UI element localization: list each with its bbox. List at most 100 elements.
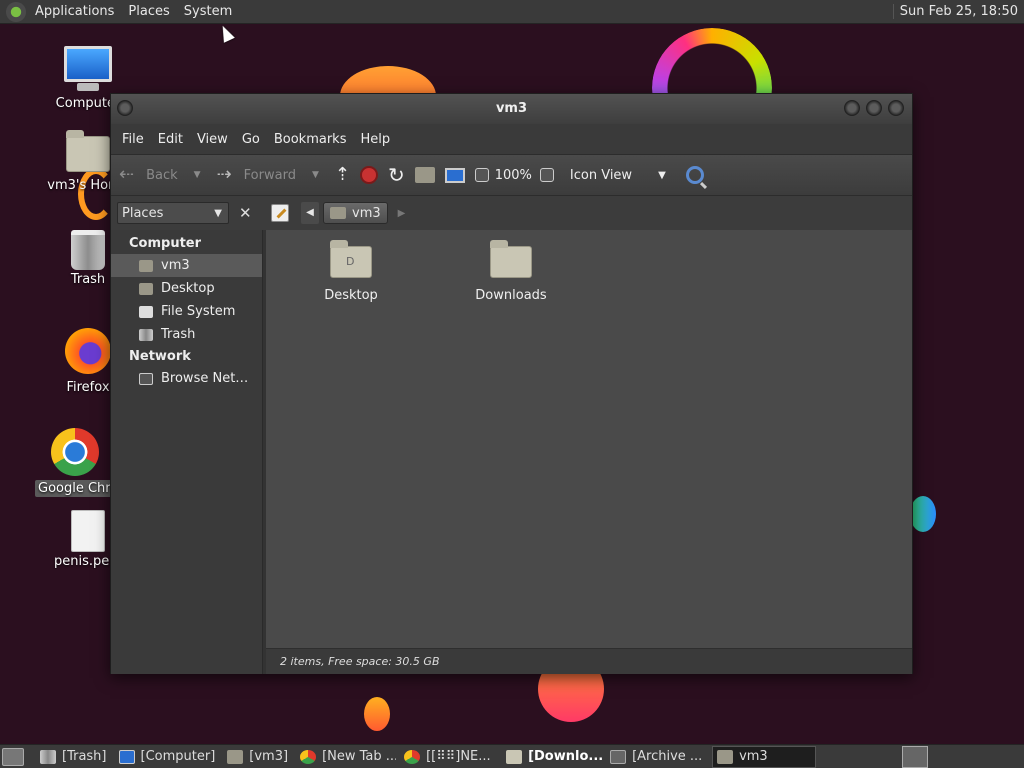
forward-history-dropdown-icon[interactable]: ▼: [312, 170, 319, 180]
chevron-down-icon: ▼: [658, 169, 666, 181]
desktop-icon-chrome[interactable]: Google Chrome: [35, 428, 115, 497]
taskbar-label: vm3: [739, 749, 768, 764]
up-button[interactable]: ⇡: [335, 160, 350, 190]
menu-applications[interactable]: Applications: [28, 0, 121, 24]
drive-icon: [139, 305, 153, 318]
window-menu-button[interactable]: [117, 100, 133, 116]
desktop-folder-icon: D: [330, 240, 372, 278]
sidebar-heading-network: Network: [129, 349, 191, 364]
trash-icon: [40, 749, 56, 764]
file-view[interactable]: D Desktop Downloads: [266, 230, 912, 648]
mouse-cursor: [217, 23, 235, 43]
archive-icon: [610, 749, 627, 764]
zoom-out-icon[interactable]: [474, 168, 489, 182]
sidebar-item-label: Trash: [161, 327, 196, 342]
sidebar-mode-select[interactable]: Places ▼: [117, 202, 229, 224]
taskbar-item-trash[interactable]: [Trash]: [36, 746, 111, 768]
taskbar-item-vm3-active[interactable]: vm3: [712, 745, 817, 768]
home-icon: [414, 167, 435, 183]
menu-bookmarks[interactable]: Bookmarks: [267, 132, 354, 147]
menu-file[interactable]: File: [115, 132, 151, 147]
back-button[interactable]: ⇠ Back ▼: [119, 160, 201, 190]
menu-go[interactable]: Go: [235, 132, 267, 147]
trash-icon: [71, 230, 105, 270]
menu-edit[interactable]: Edit: [151, 132, 190, 147]
stop-button[interactable]: [359, 160, 378, 190]
menu-system[interactable]: System: [177, 0, 239, 24]
zoom-control[interactable]: 100%: [474, 160, 560, 190]
desktop-folder-icon: [139, 282, 153, 295]
sidebar-item-browse-network[interactable]: Browse Net…: [111, 367, 262, 390]
taskbar-label: [New Tab ...: [322, 749, 397, 764]
file-item-downloads[interactable]: Downloads: [461, 238, 561, 303]
menubar: File Edit View Go Bookmarks Help: [111, 124, 912, 154]
chevron-down-icon: ▼: [214, 207, 222, 219]
taskbar-item-vm3-minimized[interactable]: [vm3]: [223, 746, 292, 768]
taskbar-item-new-tab[interactable]: [New Tab ...: [296, 746, 396, 768]
sidebar-item-label: File System: [161, 304, 236, 319]
back-history-dropdown-icon[interactable]: ▼: [194, 170, 201, 180]
file-icon: [71, 510, 105, 552]
edit-location-icon[interactable]: [271, 204, 289, 222]
taskbar-item-chrome-2[interactable]: [[⠿⠿]NE...: [400, 746, 498, 768]
chrome-icon: [300, 749, 317, 764]
view-mode-select[interactable]: Icon View ▼: [570, 160, 666, 190]
taskbar-label: [Downlo...: [528, 749, 603, 764]
places-sidebar: Computer vm3 Desktop File System Trash N…: [111, 230, 268, 674]
taskbar-item-archive[interactable]: [Archive ...: [606, 746, 708, 768]
sidebar-item-vm3[interactable]: vm3: [111, 254, 262, 277]
monitor-icon: [64, 46, 112, 91]
home-folder-icon: [66, 130, 110, 172]
workspace-switcher[interactable]: [902, 745, 928, 768]
path-scroll-left-icon[interactable]: ◀: [301, 202, 319, 224]
menu-view[interactable]: View: [190, 132, 235, 147]
taskbar-item-downloads[interactable]: [Downlo...: [502, 746, 602, 768]
top-panel: Applications Places System Sun Feb 25, 1…: [0, 0, 1024, 24]
path-button-vm3[interactable]: vm3: [323, 202, 388, 224]
home-button[interactable]: [414, 160, 435, 190]
chrome-icon: [404, 749, 421, 764]
taskbar-label: [[⠿⠿]NE...: [426, 749, 491, 764]
taskbar-label: [Archive ...: [632, 749, 703, 764]
forward-label: Forward: [243, 167, 296, 183]
distro-logo-icon[interactable]: [6, 1, 26, 22]
reload-icon: ↻: [387, 163, 405, 187]
firefox-icon: [65, 328, 111, 374]
forward-button[interactable]: ⇢ Forward ▼: [217, 160, 319, 190]
back-label: Back: [146, 167, 178, 183]
chrome-icon: [51, 428, 99, 476]
home-icon: [330, 207, 346, 219]
maximize-button[interactable]: [866, 100, 882, 116]
menu-places[interactable]: Places: [121, 0, 176, 24]
taskbar-label: [Computer]: [140, 749, 216, 764]
reload-button[interactable]: ↻: [388, 160, 405, 190]
window-titlebar[interactable]: vm3: [111, 94, 912, 124]
computer-icon: [444, 167, 465, 183]
computer-button[interactable]: [444, 160, 465, 190]
path-scroll-right-icon[interactable]: ▶: [398, 208, 406, 219]
sidebar-item-filesystem[interactable]: File System: [111, 300, 262, 323]
home-folder-icon: [139, 259, 153, 272]
bottom-panel: [Trash] [Computer] [vm3] [New Tab ... [[…: [0, 744, 1024, 768]
search-button[interactable]: [685, 160, 704, 190]
sidebar-item-desktop[interactable]: Desktop: [111, 277, 262, 300]
file-item-desktop[interactable]: D Desktop: [301, 238, 401, 303]
taskbar-label: [vm3]: [249, 749, 289, 764]
zoom-in-icon[interactable]: [539, 168, 554, 182]
top-menu: Applications Places System: [0, 0, 239, 24]
sidebar-item-trash[interactable]: Trash: [111, 323, 262, 346]
show-desktop-button[interactable]: [2, 747, 24, 766]
desktop-emblem-icon: D: [346, 255, 355, 268]
stop-icon: [359, 166, 378, 184]
view-mode-value: Icon View: [569, 167, 633, 183]
minimize-button[interactable]: [844, 100, 860, 116]
up-arrow-icon: ⇡: [334, 164, 350, 185]
taskbar-item-computer[interactable]: [Computer]: [115, 746, 220, 768]
clock[interactable]: Sun Feb 25, 18:50: [892, 4, 1024, 19]
zoom-level: 100%: [494, 167, 532, 183]
menu-help[interactable]: Help: [353, 132, 397, 147]
file-manager-window: vm3 File Edit View Go Bookmarks Help ⇠ B…: [110, 93, 913, 674]
close-sidebar-icon[interactable]: ✕: [239, 204, 252, 222]
forward-arrow-icon: ⇢: [216, 164, 232, 185]
close-button[interactable]: [888, 100, 904, 116]
